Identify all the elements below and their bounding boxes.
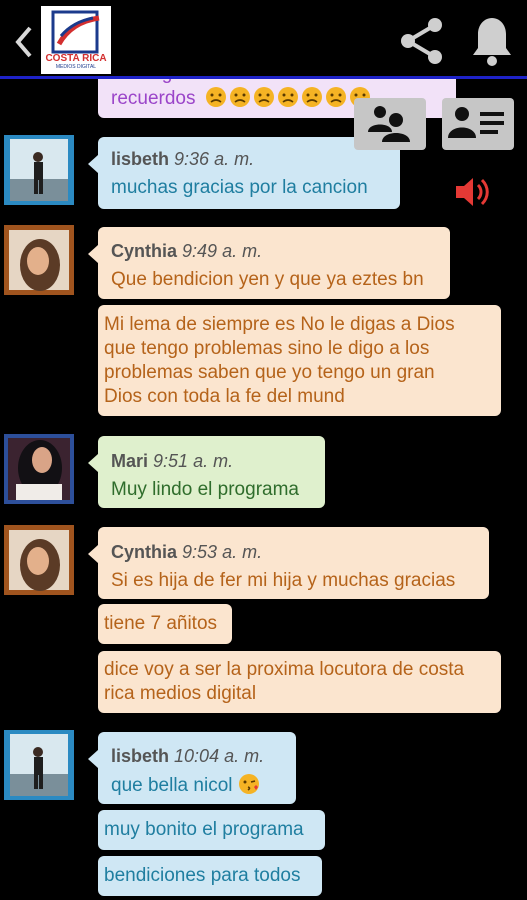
message-text-line: Dios con toda la fe del mund [104, 386, 345, 407]
message-text: tiene 7 añitos [104, 613, 218, 634]
partial-message-text: recuerdos [111, 88, 196, 109]
logo-title: COSTA RICA [45, 53, 107, 64]
group-users-button[interactable] [354, 98, 426, 150]
message-time: 9:51 a. m. [153, 451, 234, 471]
sender-name: Mari [111, 451, 149, 471]
message-header: lisbeth 10:04 a. m. [111, 744, 296, 768]
sad-face-icon [229, 87, 250, 107]
message-time: 9:36 a. m. [174, 149, 255, 169]
message-text: bendiciones para todos [104, 865, 301, 886]
group-users-icon [368, 106, 410, 142]
message-text-line: rica medios digital [104, 683, 257, 704]
message-text-line: Mi lema de siempre es No le digas a Dios [104, 314, 455, 335]
avatar-lisbeth[interactable] [4, 135, 74, 205]
sender-name: Cynthia [111, 542, 178, 562]
share-icon[interactable] [397, 16, 447, 66]
message-text-line: que bella nicol [111, 773, 296, 798]
message-bubble: lisbeth 10:04 a. m. que bella nicol [88, 732, 296, 804]
message-text: que bella nicol [111, 775, 233, 796]
message-text-line: que tengo problemas sino le digo a los [104, 338, 430, 359]
message-time: 9:53 a. m. [182, 542, 263, 562]
message-header: Cynthia 9:53 a. m. [111, 540, 489, 564]
sender-name: Cynthia [111, 241, 178, 261]
kiss-face-icon [238, 774, 259, 794]
message-bubble: bendiciones para todos [98, 856, 322, 896]
sender-name: lisbeth [111, 149, 170, 169]
bubble-pointer [88, 245, 98, 263]
avatar-cynthia[interactable] [4, 225, 74, 295]
message-bubble: muy bonito el programa [98, 810, 325, 850]
notification-bell-icon[interactable] [468, 14, 516, 68]
message-time: 9:49 a. m. [182, 241, 263, 261]
message-text: Muy lindo el programa [111, 479, 299, 500]
avatar-mari[interactable] [4, 434, 74, 504]
message-text: muchas gracias por la cancion [111, 177, 368, 198]
avatar-cynthia[interactable] [4, 525, 74, 595]
message-bubble: dice voy a ser la proxima locutora de co… [98, 651, 501, 713]
message-text: Que bendicion yen y que ya eztes bn [111, 269, 424, 290]
speaker-icon[interactable] [452, 174, 492, 210]
station-logo: COSTA RICA MEDIOS DIGITAL [41, 6, 111, 74]
message-text-line: problemas saben que yo tengo un gran [104, 362, 435, 383]
message-text: Si es hija de fer mi hija y muchas graci… [111, 570, 456, 591]
message-bubble: tiene 7 añitos [98, 604, 232, 644]
user-list-icon [448, 107, 504, 138]
message-text: muy bonito el programa [104, 819, 304, 840]
message-bubble: Mi lema de siempre es No le digas a Dios… [98, 305, 501, 416]
avatar-lisbeth[interactable] [4, 730, 74, 800]
bubble-pointer [88, 545, 98, 563]
logo-subtitle: MEDIOS DIGITAL [55, 64, 97, 70]
message-text-line: dice voy a ser la proxima locutora de co… [104, 659, 465, 680]
sad-face-icon [277, 87, 298, 107]
message-time: 10:04 a. m. [174, 746, 265, 766]
sad-face-icon [205, 87, 226, 107]
message-bubble: Cynthia 9:49 a. m. Que bendicion yen y q… [88, 227, 450, 299]
header-divider [0, 76, 527, 79]
bubble-pointer [88, 750, 98, 768]
top-bar: COSTA RICA MEDIOS DIGITAL [0, 0, 527, 79]
bubble-pointer [88, 155, 98, 173]
sad-face-icon [325, 87, 346, 107]
user-profile-button[interactable] [442, 98, 514, 150]
message-header: Mari 9:51 a. m. [111, 449, 325, 473]
message-header: Cynthia 9:49 a. m. [111, 239, 450, 263]
message-bubble: Cynthia 9:53 a. m. Si es hija de fer mi … [88, 527, 489, 599]
message-header: lisbeth 9:36 a. m. [111, 147, 400, 171]
message-bubble: Mari 9:51 a. m. Muy lindo el programa [88, 436, 325, 508]
bubble-pointer [88, 454, 98, 472]
sad-face-icon [253, 87, 274, 107]
back-arrow-icon[interactable] [10, 22, 40, 62]
sad-face-icon [301, 87, 322, 107]
sad-emoji-row [205, 87, 373, 109]
sender-name: lisbeth [111, 746, 170, 766]
